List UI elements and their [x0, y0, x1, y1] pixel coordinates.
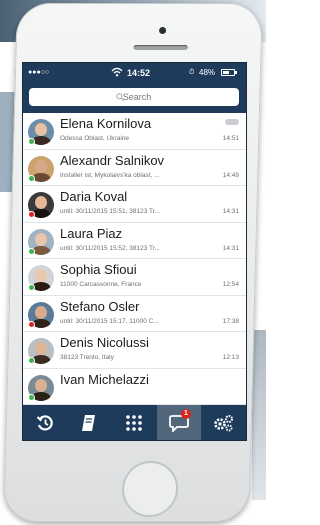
phone-screen: ●●●○○ 14:52 ⏱ 48% Elena Kornilova Odessa …: [22, 62, 247, 441]
presence-indicator: [28, 393, 35, 401]
contact-name: Ivan Michelazzi: [60, 371, 149, 387]
contact-list: Elena Kornilova Odessa Oblast, Ukraine 14:…: [23, 113, 246, 405]
presence-indicator: [28, 284, 35, 291]
front-camera: [158, 27, 167, 34]
search-input[interactable]: [29, 88, 239, 106]
contact-row[interactable]: Alexandr Salnikov Installer ist, Mykolaiv…: [23, 149, 246, 186]
contact-time: 14:31: [222, 208, 239, 215]
presence-indicator: [28, 211, 35, 218]
contact-time: 12:13: [222, 354, 239, 361]
search-icon: [116, 93, 124, 101]
presence-indicator: [28, 138, 35, 145]
contact-name: Daria Koval: [60, 189, 128, 204]
contact-location: 11000 Carcassonne, France: [60, 281, 142, 288]
tab-history[interactable]: [23, 405, 67, 440]
presence-indicator: [28, 357, 35, 364]
contact-location: until: 30/11/2015 15:52, 38123 Tr...: [60, 244, 160, 252]
presence-indicator: [28, 247, 35, 255]
contact-name: Elena Kornilova: [60, 116, 152, 131]
presence-indicator: [28, 174, 35, 182]
settings-icon: [214, 414, 233, 431]
tab-settings[interactable]: [202, 405, 246, 440]
status-bar: ●●●○○ 14:52 ⏱ 48%: [23, 63, 246, 83]
tab-bar: 1: [23, 405, 246, 440]
status-time: 14:52: [127, 68, 151, 78]
phonebook-icon: [82, 414, 95, 431]
contact-row[interactable]: Elena Kornilova Odessa Oblast, Ukraine 14:…: [23, 113, 246, 150]
alarm-icon: ⏱: [189, 69, 195, 76]
contact-time: 14:49: [222, 171, 239, 179]
contact-location: Installer ist, Mykolaivs'ka oblast, ...: [60, 171, 160, 179]
battery-icon: [221, 69, 237, 76]
background-strip: [252, 330, 266, 500]
contact-row[interactable]: Sophia Sfioui 11000 Carcassonne, France 12…: [23, 259, 246, 296]
unread-badge: 1: [181, 409, 191, 419]
contact-location: Odessa Oblast, Ukraine: [60, 135, 130, 142]
home-button[interactable]: [121, 461, 179, 517]
contact-row[interactable]: Laura Piaz until: 30/11/2015 15:52, 38123…: [23, 222, 246, 259]
presence-indicator: [28, 320, 35, 328]
contact-time: 14:51: [222, 135, 239, 142]
battery-percent: 48%: [199, 68, 216, 77]
tab-chat[interactable]: 1: [157, 405, 201, 440]
earpiece-speaker: [133, 45, 188, 50]
contact-name: Laura Piaz: [60, 225, 123, 241]
contact-time: 14:31: [222, 244, 239, 252]
contact-row[interactable]: Stefano Osler until: 30/11/2015 15:17, 11…: [23, 295, 246, 332]
contact-name: Alexandr Salnikov: [60, 152, 165, 168]
signal-strength: ●●●○○: [28, 69, 50, 76]
history-icon: [36, 414, 53, 431]
contact-name: Stefano Osler: [60, 298, 140, 314]
wifi-icon: [111, 67, 123, 77]
keypad-icon: [126, 414, 142, 431]
contact-location: until: 30/11/2015 15:51, 38123 Tr...: [60, 208, 160, 215]
tab-phonebook[interactable]: [67, 405, 111, 440]
contact-location: until: 30/11/2015 15:17, 11000 C...: [60, 317, 159, 325]
search-bar: [23, 83, 246, 113]
contact-row[interactable]: Ivan Michelazzi: [23, 368, 246, 405]
contact-time: 12:54: [222, 281, 239, 288]
tab-keypad[interactable]: [112, 405, 156, 440]
status-pill: [225, 119, 239, 125]
contact-location: 38123 Trento, Italy: [60, 354, 114, 361]
contact-name: Sophia Sfioui: [60, 262, 137, 277]
contact-row[interactable]: Daria Koval until: 30/11/2015 15:51, 3812…: [23, 186, 246, 223]
contact-time: 17:38: [222, 317, 239, 325]
contact-row[interactable]: Denis Nicolussi 38123 Trento, Italy 12:13: [23, 332, 246, 369]
contact-name: Denis Nicolussi: [60, 335, 149, 350]
